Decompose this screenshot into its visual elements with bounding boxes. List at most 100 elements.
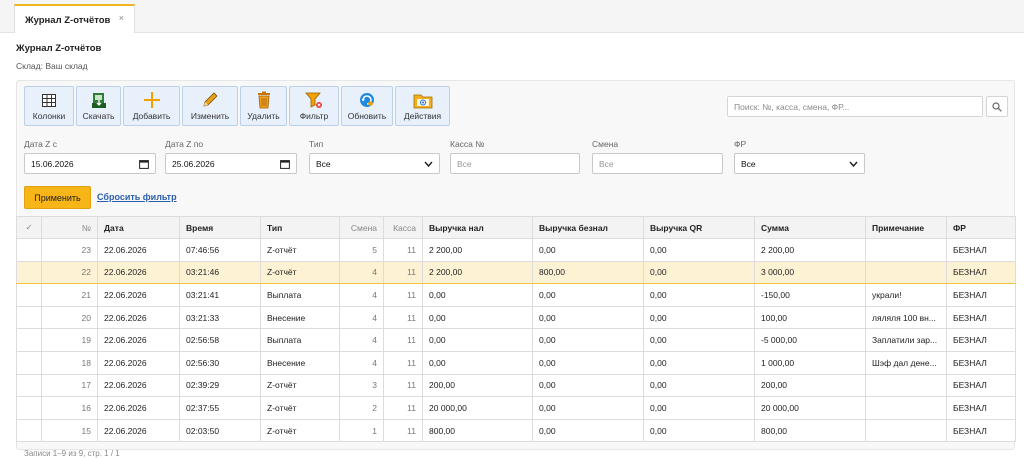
close-icon[interactable]: × [119,13,124,23]
cell-type: Внесение [260,305,340,330]
row-checkbox[interactable] [16,418,42,443]
cell-number: 20 [41,305,98,330]
cell-cash: 0,00 [422,305,533,330]
tab-z-reports[interactable]: Журнал Z-отчётов × [14,4,135,33]
shift-input[interactable] [592,153,723,174]
filter-button[interactable]: Фильтр [289,86,339,126]
row-checkbox[interactable] [16,328,42,352]
cell-note [865,418,947,443]
row-checkbox[interactable] [16,283,42,307]
row-checkbox[interactable] [16,305,42,330]
column-header-shift[interactable]: Смена [339,216,384,239]
row-checkbox[interactable] [16,396,42,420]
table-row[interactable]: 19 22.06.2026 02:56:58 Выплата 4 11 0,00 0,00 0,… [16,328,1016,352]
download-label: Скачать [82,111,115,121]
cell-type: Z-отчёт [260,373,340,398]
column-header-card[interactable]: Выручка безнал [532,216,644,239]
cell-cash: 200,00 [422,373,533,398]
column-header-kassa[interactable]: Касса [383,216,423,239]
cell-fr: БЕЗНАЛ [946,238,1016,262]
date-from-field[interactable]: 15.06.2026 [24,153,156,174]
add-button[interactable]: Добавить [123,86,180,126]
cell-fr: БЕЗНАЛ [946,260,1016,285]
cell-card: 0,00 [532,305,644,330]
cell-shift: 4 [339,260,384,285]
cell-type: Внесение [260,350,340,375]
refresh-icon [356,91,378,109]
table-row[interactable]: 21 22.06.2026 03:21:41 Выплата 4 11 0,00 0,00 0,… [16,283,1016,307]
column-header-sum[interactable]: Сумма [754,216,866,239]
column-header-note[interactable]: Примечание [865,216,947,239]
cell-cash: 0,00 [422,328,533,352]
row-checkbox[interactable] [16,373,42,398]
funnel-icon [303,91,325,109]
cell-time: 02:37:55 [179,396,261,420]
cell-date: 22.06.2026 [97,373,180,398]
cell-fr: БЕЗНАЛ [946,305,1016,330]
page-subtitle: Склад: Ваш склад [16,61,88,71]
column-header-type[interactable]: Тип [260,216,340,239]
cell-type: Z-отчёт [260,260,340,285]
table-row[interactable]: 18 22.06.2026 02:56:30 Внесение 4 11 0,00 0,00 0… [16,350,1016,375]
table-row[interactable]: 15 22.06.2026 02:03:50 Z-отчёт 1 11 800,00 0,00… [16,418,1016,443]
search-button[interactable] [986,96,1008,117]
date-to-field[interactable]: 25.06.2026 [165,153,297,174]
column-header-qr[interactable]: Выручка QR [643,216,755,239]
type-select[interactable]: Все [309,153,440,174]
cell-type: Z-отчёт [260,396,340,420]
table-row[interactable]: 17 22.06.2026 02:39:29 Z-отчёт 3 11 200,00 0,00… [16,373,1016,398]
toolbar: Колонки Скачать Добавить Изменить Удалит… [24,86,450,126]
cell-kassa: 11 [383,396,423,420]
columns-button[interactable]: Колонки [24,86,74,126]
apply-filter-button[interactable]: Применить [24,186,91,209]
calendar-icon[interactable] [280,159,290,169]
cell-time: 03:21:46 [179,260,261,285]
cell-number: 17 [41,373,98,398]
cell-qr: 0,00 [643,350,755,375]
reset-filter-link[interactable]: Сбросить фильтр [97,192,177,202]
row-checkbox[interactable] [16,350,42,375]
cell-kassa: 11 [383,328,423,352]
column-header-select[interactable]: ✓ [16,216,42,239]
refresh-button[interactable]: Обновить [341,86,393,126]
edit-button[interactable]: Изменить [182,86,238,126]
column-header-cash[interactable]: Выручка нал [422,216,533,239]
column-header-date[interactable]: Дата [97,216,180,239]
trash-icon [253,91,275,109]
column-header-fr[interactable]: ФР [946,216,1016,239]
columns-label: Колонки [32,111,66,121]
table-row[interactable]: 16 22.06.2026 02:37:55 Z-отчёт 2 11 20 000,00 0… [16,396,1016,420]
cell-kassa: 11 [383,373,423,398]
actions-button[interactable]: Действия [395,86,450,126]
search-input[interactable] [727,96,983,117]
cell-number: 16 [41,396,98,420]
cell-qr: 0,00 [643,328,755,352]
cell-number: 19 [41,328,98,352]
calendar-icon[interactable] [139,159,149,169]
cell-date: 22.06.2026 [97,418,180,443]
cell-cash: 0,00 [422,283,533,307]
kassa-input[interactable] [450,153,580,174]
date-from-value: 15.06.2026 [31,158,74,169]
cell-kassa: 11 [383,283,423,307]
cell-fr: БЕЗНАЛ [946,373,1016,398]
row-checkbox[interactable] [16,238,42,262]
cell-qr: 0,00 [643,238,755,262]
download-excel-icon [88,91,110,109]
row-checkbox[interactable] [16,260,42,285]
actions-folder-icon [412,91,434,109]
cell-card: 0,00 [532,418,644,443]
column-header-time[interactable]: Время [179,216,261,239]
cell-fr: БЕЗНАЛ [946,418,1016,443]
delete-button[interactable]: Удалить [240,86,287,126]
fr-select[interactable]: Все [734,153,865,174]
column-header-number[interactable]: № [41,216,98,239]
add-label: Добавить [132,111,171,121]
download-button[interactable]: Скачать [76,86,121,126]
cell-cash: 2 200,00 [422,238,533,262]
table-row[interactable]: 20 22.06.2026 03:21:33 Внесение 4 11 0,00 0,00 0… [16,305,1016,330]
cell-time: 03:21:41 [179,283,261,307]
table-row[interactable]: 23 22.06.2026 07:46:56 Z-отчёт 5 11 2 200,00 0,… [16,238,1016,262]
table-row[interactable]: 22 22.06.2026 03:21:46 Z-отчёт 4 11 2 200,00 80… [16,260,1016,285]
cell-date: 22.06.2026 [97,396,180,420]
